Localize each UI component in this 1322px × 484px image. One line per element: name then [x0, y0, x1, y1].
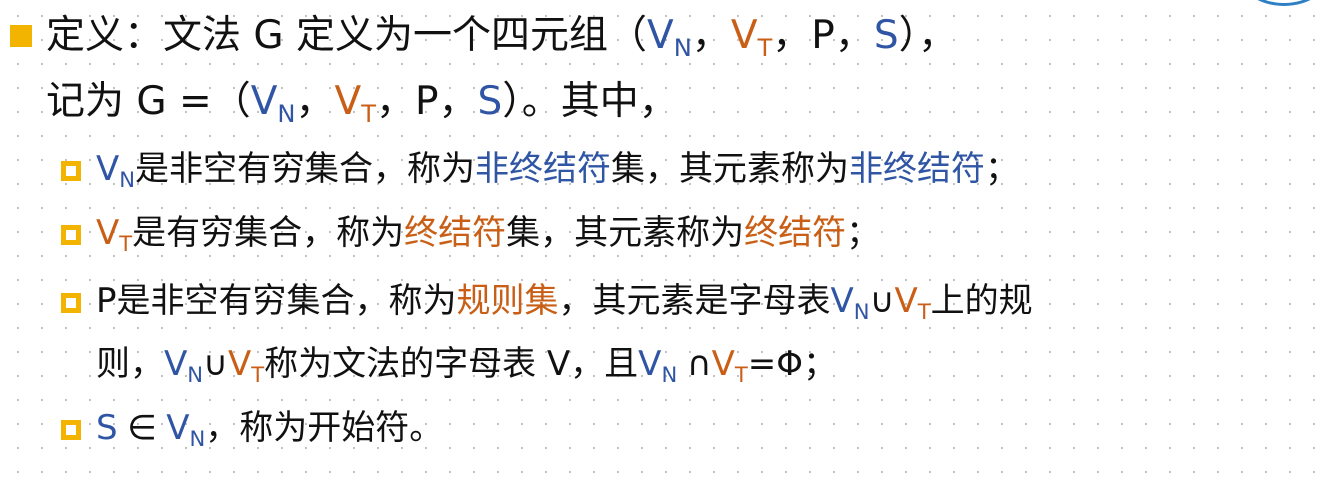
vt-symbol: VT [730, 13, 773, 63]
vn-symbol: VN [250, 79, 296, 129]
terminal-term: 终结符 [404, 213, 507, 253]
vn-symbol: VN [830, 281, 870, 325]
vn-symbol: VN [164, 344, 204, 388]
grammar-notation-line: 记为 G =（VN，VT，P，S）。其中， [46, 79, 678, 129]
rule-set-definition-line: P是非空有穷集合，称为规则集，其元素是字母表VN∪VT上的规 [96, 281, 1033, 325]
p-symbol: P [96, 281, 117, 321]
rule-set-term: 规则集 [456, 281, 559, 321]
vt-symbol: VT [894, 281, 931, 325]
vt-symbol: VT [96, 213, 133, 257]
terminal-term: 终结符 [744, 213, 847, 253]
sub-bullet-icon [61, 293, 81, 313]
corner-circle-decoration [1236, 0, 1322, 6]
terminal-definition-line: VT是有穷集合，称为终结符集，其元素称为终结符； [96, 213, 881, 257]
slide: 定义：文法 G 定义为一个四元组（VN，VT，P，S）， 记为 G =（VN，V… [0, 0, 1322, 484]
start-symbol-definition-line: S ∈ VN，称为开始符。 [96, 408, 444, 452]
nonterminal-term: 非终结符 [475, 149, 612, 189]
vt-symbol: VT [227, 344, 265, 388]
s-symbol: S [96, 408, 118, 448]
main-bullet-icon [10, 25, 32, 47]
s-symbol: S [873, 13, 899, 58]
sub-bullet-icon [61, 161, 81, 181]
vn-symbol: VN [96, 149, 136, 193]
union-symbol: ∪ [203, 344, 228, 384]
vn-symbol: VN [638, 344, 678, 388]
element-of-symbol: ∈ [127, 408, 157, 448]
definition-label: 定义：文法 G 定义为一个四元组（ [46, 13, 648, 58]
vn-symbol: VN [166, 408, 206, 452]
sub-bullet-icon [61, 225, 81, 245]
nonterminal-definition-line: VN是非空有穷集合，称为非终结符集，其元素称为非终结符； [96, 149, 1020, 193]
vt-symbol: VT [711, 344, 748, 388]
sub-bullet-icon [61, 420, 81, 440]
nonterminal-term: 非终结符 [849, 149, 986, 189]
vn-symbol: VN [647, 13, 692, 63]
vt-symbol: VT [334, 79, 376, 129]
intersection-symbol: ∩ [686, 344, 712, 384]
s-symbol: S [477, 79, 503, 124]
p-symbol: P [414, 79, 439, 124]
union-symbol: ∪ [869, 281, 895, 321]
alphabet-definition-line: 则，VN∪VT称为文法的字母表 V，且VN ∩VT=Φ； [96, 344, 838, 388]
definition-line: 定义：文法 G 定义为一个四元组（VN，VT，P，S）， [46, 13, 958, 63]
p-symbol: P [811, 13, 835, 58]
